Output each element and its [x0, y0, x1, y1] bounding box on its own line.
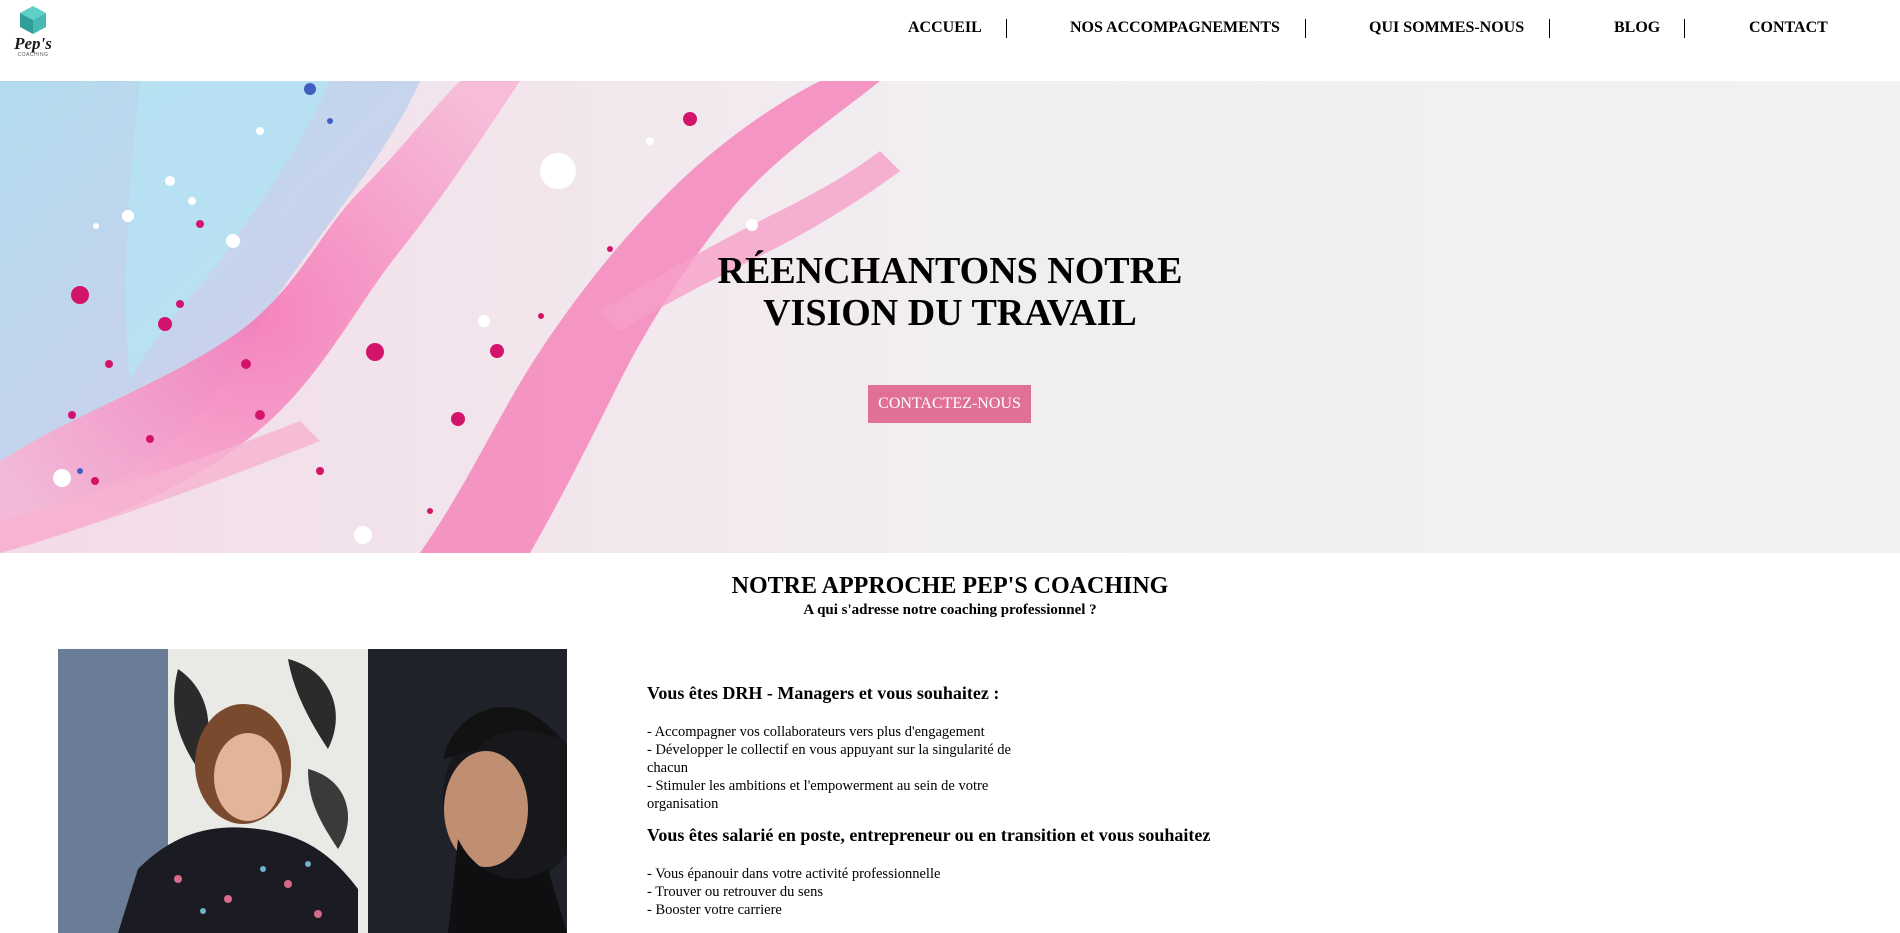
nav-blog[interactable]: BLOG	[1614, 18, 1660, 38]
nav-separator	[1305, 19, 1306, 38]
nav-accueil[interactable]: ACCUEIL	[908, 18, 982, 38]
logo-subtext: COACHING	[17, 52, 49, 58]
section-subtitle: A qui s'adresse notre coaching professio…	[803, 602, 1097, 618]
hero-banner: RÉENCHANTONS NOTRE VISION DU TRAVAIL CON…	[0, 81, 1900, 553]
nav-contact[interactable]: CONTACT	[1749, 18, 1828, 38]
site-header: Pep's COACHING ACCUEIL NOS ACCOMPAGNEMEN…	[0, 0, 1900, 81]
nav-separator	[1684, 19, 1685, 38]
salarie-list: - Vous épanouir dans votre activité prof…	[647, 865, 1047, 919]
salarie-heading: Vous êtes salarié en poste, entrepreneur…	[647, 825, 1211, 845]
drh-heading: Vous êtes DRH - Managers et vous souhait…	[647, 683, 1000, 703]
main-nav: ACCUEIL NOS ACCOMPAGNEMENTS QUI SOMMES-N…	[0, 18, 1900, 40]
nav-qui-sommes-nous[interactable]: QUI SOMMES-NOUS	[1369, 18, 1524, 38]
contact-us-button[interactable]: CONTACTEZ-NOUS	[868, 385, 1031, 423]
hero-title: RÉENCHANTONS NOTRE VISION DU TRAVAIL	[0, 250, 1900, 334]
list-item: - Vous épanouir dans votre activité prof…	[647, 866, 941, 882]
nav-nos-accompagnements[interactable]: NOS ACCOMPAGNEMENTS	[1070, 18, 1280, 38]
audience-content: Vous êtes DRH - Managers et vous souhait…	[647, 683, 1547, 919]
drh-list: - Accompagner vos collaborateurs vers pl…	[647, 723, 1047, 813]
coaching-photo-illustration	[58, 649, 567, 933]
hero-title-line2: VISION DU TRAVAIL	[763, 292, 1137, 334]
nav-separator	[1006, 19, 1007, 38]
list-item: - Accompagner vos collaborateurs vers pl…	[647, 724, 985, 740]
hero-title-line1: RÉENCHANTONS NOTRE	[717, 250, 1183, 292]
nav-separator	[1549, 19, 1550, 38]
list-item: - Booster votre carriere	[647, 902, 782, 918]
list-item: - Développer le collectif en vous appuya…	[647, 742, 1011, 776]
coaching-photo	[58, 649, 567, 933]
section-title: NOTRE APPROCHE PEP'S COACHING	[731, 573, 1169, 599]
list-item: - Trouver ou retrouver du sens	[647, 884, 823, 900]
list-item: - Stimuler les ambitions et l'empowermen…	[647, 778, 989, 812]
